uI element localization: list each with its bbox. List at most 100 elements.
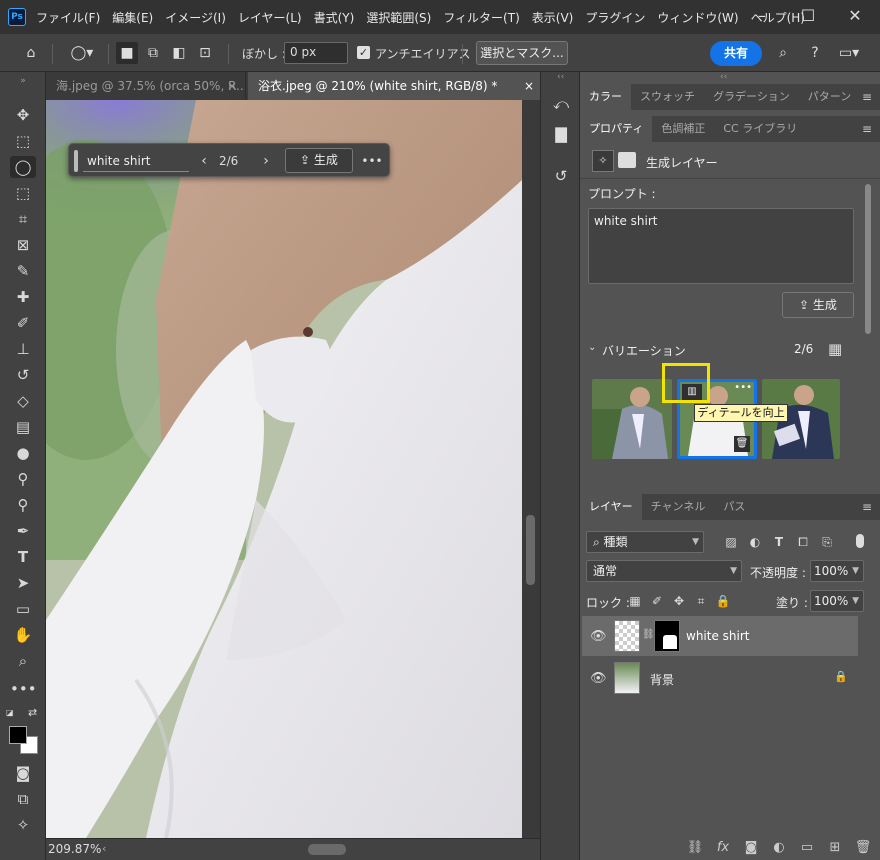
help-icon[interactable]: ? bbox=[804, 42, 826, 64]
delete-layer-icon[interactable]: 🗑 bbox=[854, 840, 872, 855]
lock-artboard-icon[interactable]: ⌗ bbox=[692, 592, 710, 610]
workspace-icon[interactable]: ▭▾ bbox=[834, 42, 864, 64]
variation-thumbnail[interactable] bbox=[592, 379, 672, 459]
gradient-tool-icon[interactable]: ▤ bbox=[10, 416, 36, 438]
tab-patterns[interactable]: パターン bbox=[799, 84, 860, 110]
subtract-selection-icon[interactable]: ◧ bbox=[168, 42, 190, 64]
maximize-button[interactable]: ☐ bbox=[798, 6, 818, 26]
lock-position-icon[interactable]: ✥ bbox=[670, 592, 688, 610]
filter-adjustment-icon[interactable]: ◐ bbox=[746, 533, 764, 551]
antialias-checkbox[interactable]: ✓ bbox=[357, 46, 370, 59]
frame-tool-icon[interactable]: ⊠ bbox=[10, 234, 36, 256]
collapse-icon[interactable]: ‹‹ bbox=[557, 72, 564, 82]
grid-view-icon[interactable]: ▦ bbox=[828, 340, 842, 358]
search-icon[interactable]: ⌕ bbox=[772, 42, 794, 64]
chevron-down-icon[interactable]: ⌄ bbox=[588, 342, 596, 353]
history-brush-panel-icon[interactable]: ⤺ bbox=[549, 92, 573, 116]
comments-icon[interactable]: ▇ bbox=[549, 122, 573, 146]
menu-plugins[interactable]: プラグイン bbox=[579, 9, 651, 26]
scroll-thumb[interactable] bbox=[865, 184, 871, 334]
swap-colors-icon[interactable]: ⇄ bbox=[28, 706, 37, 719]
menu-layer[interactable]: レイヤー(L) bbox=[232, 9, 308, 26]
scroll-thumb[interactable] bbox=[526, 515, 535, 585]
close-button[interactable]: ✕ bbox=[845, 6, 865, 26]
document-canvas[interactable] bbox=[46, 100, 522, 838]
properties-scrollbar[interactable] bbox=[862, 182, 874, 462]
marquee-tool-icon[interactable]: ⬚ bbox=[10, 130, 36, 152]
panel-menu-icon[interactable]: ≡ bbox=[862, 116, 872, 142]
add-selection-icon[interactable]: ⧉ bbox=[142, 42, 164, 64]
menu-window[interactable]: ウィンドウ(W) bbox=[651, 9, 744, 26]
zoom-tool-icon[interactable]: ⌕ bbox=[10, 650, 36, 672]
tab-swatches[interactable]: スウォッチ bbox=[631, 84, 704, 110]
opacity-input[interactable]: 100% ▼ bbox=[810, 560, 864, 582]
prompt-textarea[interactable]: white shirt bbox=[588, 208, 854, 284]
menu-image[interactable]: イメージ(I) bbox=[159, 9, 232, 26]
blend-mode-dropdown[interactable]: 通常 ▼ bbox=[586, 560, 742, 582]
horizontal-scroll-thumb[interactable] bbox=[308, 844, 346, 855]
group-icon[interactable]: ▭ bbox=[798, 840, 816, 855]
new-selection-icon[interactable]: ■ bbox=[116, 42, 138, 64]
layer-row[interactable]: 👁 背景 🔒 bbox=[582, 658, 858, 698]
lasso-tool-icon[interactable]: ◯ bbox=[10, 156, 36, 178]
eye-icon[interactable]: 👁 bbox=[590, 629, 607, 644]
type-tool-icon[interactable]: T bbox=[10, 546, 36, 568]
more-icon[interactable]: ••• bbox=[361, 150, 383, 172]
generative-fill-icon[interactable]: ✧ bbox=[10, 814, 36, 836]
home-icon[interactable]: ⌂ bbox=[20, 42, 42, 64]
collapse-icon[interactable]: » bbox=[10, 76, 36, 86]
generate-button[interactable]: ⇪ 生成 bbox=[782, 292, 854, 318]
close-icon[interactable]: × bbox=[524, 72, 534, 100]
chevron-right-icon[interactable]: › bbox=[259, 150, 273, 172]
tab-color[interactable]: カラー bbox=[580, 84, 631, 110]
tab-adjustments[interactable]: 色調補正 bbox=[652, 116, 714, 142]
adjustment-layer-icon[interactable]: ◐ bbox=[770, 840, 788, 855]
tab-layers[interactable]: レイヤー bbox=[580, 494, 642, 520]
feather-input[interactable]: 0 px bbox=[284, 42, 348, 64]
new-layer-icon[interactable]: ⊞ bbox=[826, 840, 844, 855]
menu-view[interactable]: 表示(V) bbox=[526, 9, 580, 26]
link-icon[interactable]: ⛓ bbox=[642, 629, 655, 640]
collapse-icon[interactable]: ‹‹ bbox=[720, 72, 727, 82]
filter-shape-icon[interactable]: ⧠ bbox=[794, 533, 812, 551]
quick-mask-icon[interactable]: ◙ bbox=[10, 762, 36, 784]
fill-input[interactable]: 100% ▼ bbox=[810, 590, 864, 612]
rectangle-tool-icon[interactable]: ▭ bbox=[10, 598, 36, 620]
share-button[interactable]: 共有 bbox=[710, 41, 762, 66]
more-tools-icon[interactable]: ••• bbox=[10, 678, 37, 700]
filter-toggle[interactable] bbox=[856, 534, 864, 548]
link-layers-icon[interactable]: ⛓ bbox=[686, 840, 704, 855]
pen-tool-icon[interactable]: ✒ bbox=[10, 520, 36, 542]
add-mask-icon[interactable]: ◙ bbox=[742, 840, 760, 855]
delete-icon[interactable]: 🗑 bbox=[734, 436, 750, 452]
healing-tool-icon[interactable]: ✚ bbox=[10, 286, 36, 308]
object-select-tool-icon[interactable]: ⬚ bbox=[10, 182, 36, 204]
generate-button[interactable]: ⇪ 生成 bbox=[285, 148, 353, 173]
foreground-color-swatch[interactable] bbox=[9, 726, 27, 744]
hand-tool-icon[interactable]: ✋ bbox=[10, 624, 36, 646]
stamp-tool-icon[interactable]: ⊥ bbox=[10, 338, 36, 360]
layer-row[interactable]: 👁 ⛓ white shirt bbox=[582, 616, 858, 656]
tab-libraries[interactable]: CC ライブラリ bbox=[714, 116, 806, 142]
lock-all-icon[interactable]: 🔒 bbox=[714, 592, 732, 610]
zoom-level[interactable]: 209.87% bbox=[48, 842, 101, 856]
tab-sea[interactable]: 海.jpeg @ 37.5% (orca 50%, R... × bbox=[46, 72, 246, 100]
intersect-selection-icon[interactable]: ⊡ bbox=[194, 42, 216, 64]
lock-transparent-icon[interactable]: ▦ bbox=[626, 592, 644, 610]
lock-image-icon[interactable]: ✐ bbox=[648, 592, 666, 610]
menu-file[interactable]: ファイル(F) bbox=[30, 9, 106, 26]
mask-thumbnail[interactable] bbox=[654, 620, 680, 652]
panel-menu-icon[interactable]: ≡ bbox=[862, 494, 872, 520]
select-and-mask-button[interactable]: 選択とマスク... bbox=[476, 41, 568, 65]
chevron-left-icon[interactable]: ‹ bbox=[197, 150, 211, 172]
tab-paths[interactable]: パス bbox=[714, 494, 754, 520]
filter-type-icon[interactable]: T bbox=[770, 533, 788, 551]
close-icon[interactable]: × bbox=[227, 72, 237, 100]
menu-edit[interactable]: 編集(E) bbox=[106, 9, 159, 26]
eye-icon[interactable]: 👁 bbox=[590, 671, 607, 686]
filter-pixel-icon[interactable]: ▨ bbox=[722, 533, 740, 551]
menu-select[interactable]: 選択範囲(S) bbox=[360, 9, 437, 26]
more-icon[interactable]: ••• bbox=[734, 382, 752, 393]
lasso-preset-icon[interactable]: ◯▾ bbox=[64, 42, 100, 64]
layer-filter-dropdown[interactable]: ⌕ 種類 ▼ bbox=[586, 531, 704, 553]
